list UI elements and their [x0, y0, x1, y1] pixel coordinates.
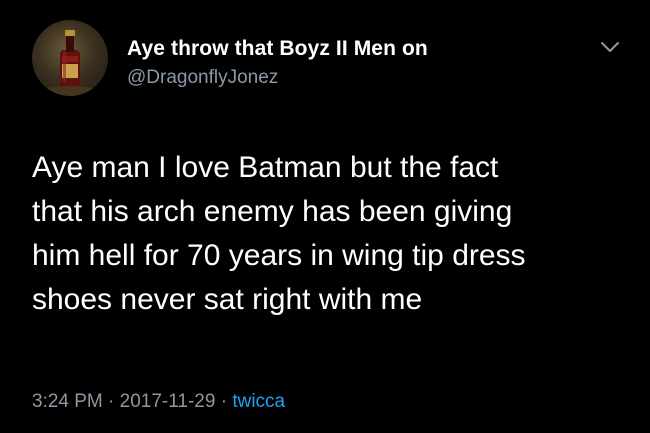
tweet-text-line: that his arch enemy has been giving [32, 195, 513, 228]
user-handle[interactable]: @DragonflyJonez [127, 67, 278, 89]
tweet-source-link[interactable]: twicca [232, 391, 285, 412]
tweet-time[interactable]: 3:24 PM [32, 391, 103, 412]
tweet-text-line: him hell for 70 years in wing tip dress [32, 239, 526, 272]
tweet-meta: 3:24 PM · 2017-11-29 · twicca [32, 391, 285, 413]
tweet-card: Aye throw that Boyz II Men on @Dragonfly… [0, 0, 650, 433]
display-name[interactable]: Aye throw that Boyz II Men on [127, 37, 428, 61]
tweet-text-line: shoes never sat right with me [32, 283, 423, 316]
tweet-date[interactable]: 2017-11-29 [120, 391, 216, 412]
tweet-text-line: Aye man I love Batman but the fact [32, 151, 499, 184]
tweet-text: Aye man I love Batman but the fact that … [32, 146, 632, 322]
chevron-down-icon[interactable] [598, 38, 622, 56]
meta-separator: · [220, 391, 233, 412]
avatar[interactable] [32, 20, 108, 96]
meta-separator: · [108, 391, 120, 412]
avatar-bottle-icon [40, 30, 100, 96]
